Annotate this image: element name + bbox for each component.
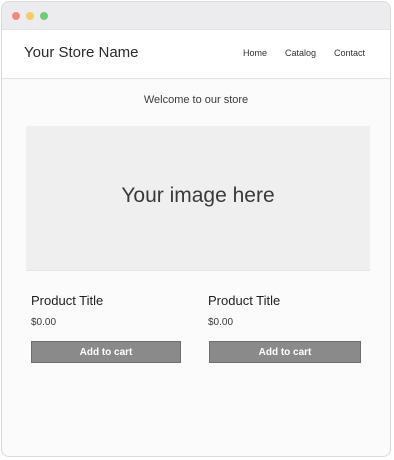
- product-card: Product Title $0.00 Add to cart: [31, 293, 183, 363]
- nav-link-home[interactable]: Home: [243, 48, 267, 58]
- add-to-cart-button[interactable]: Add to cart: [209, 341, 361, 363]
- window-titlebar: [2, 2, 390, 30]
- product-card: Product Title $0.00 Add to cart: [208, 293, 361, 363]
- site-header: Your Store Name Home Catalog Contact: [2, 30, 390, 79]
- nav-link-catalog[interactable]: Catalog: [285, 48, 316, 58]
- maximize-window-icon[interactable]: [40, 12, 48, 20]
- browser-window: Your Store Name Home Catalog Contact Wel…: [1, 1, 391, 457]
- store-name-logo[interactable]: Your Store Name: [24, 44, 139, 61]
- close-window-icon[interactable]: [12, 12, 20, 20]
- hero-placeholder-text: Your image here: [121, 184, 275, 207]
- product-price: $0.00: [31, 317, 57, 328]
- minimize-window-icon[interactable]: [26, 12, 34, 20]
- nav-link-contact[interactable]: Contact: [334, 48, 365, 58]
- product-title[interactable]: Product Title: [31, 293, 183, 308]
- product-title[interactable]: Product Title: [208, 293, 360, 308]
- hero-image-placeholder: Your image here: [26, 126, 370, 271]
- welcome-text: Welcome to our store: [143, 94, 249, 106]
- product-price: $0.00: [208, 317, 234, 328]
- add-to-cart-button[interactable]: Add to cart: [31, 341, 181, 363]
